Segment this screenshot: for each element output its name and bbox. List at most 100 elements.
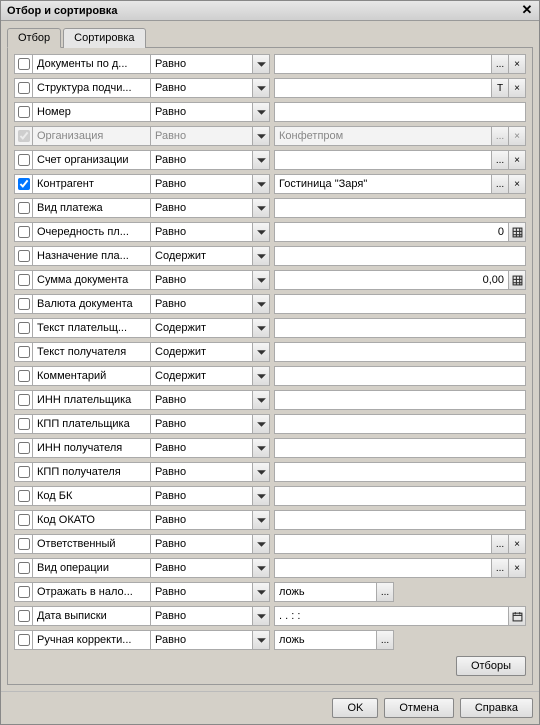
value-input-counter[interactable]: Гостиница "Заря" xyxy=(275,175,491,193)
operator-select-number[interactable]: Равно xyxy=(150,102,270,122)
calculator-icon[interactable] xyxy=(508,223,525,241)
operator-select-counter[interactable]: Равно xyxy=(150,174,270,194)
value-input-date[interactable]: . . : : xyxy=(275,607,508,625)
operator-select-recinn[interactable]: Равно xyxy=(150,438,270,458)
value-input-reckpp[interactable] xyxy=(275,463,525,481)
operator-select-payertext[interactable]: Содержит xyxy=(150,318,270,338)
filter-checkbox-struct[interactable] xyxy=(18,82,30,94)
dropdown-icon[interactable] xyxy=(252,103,269,121)
value-input-sum[interactable]: 0,00 xyxy=(275,271,508,289)
filter-checkbox-recinn[interactable] xyxy=(18,442,30,454)
ellipsis-icon[interactable]: ... xyxy=(491,151,508,169)
value-input-purpose[interactable] xyxy=(275,247,525,265)
operator-select-tax[interactable]: Равно xyxy=(150,582,270,602)
value-input-rectext[interactable] xyxy=(275,343,525,361)
clear-icon[interactable]: × xyxy=(508,151,525,169)
filter-checkbox-payerkpp[interactable] xyxy=(18,418,30,430)
operator-select-paytype[interactable]: Равно xyxy=(150,198,270,218)
operator-select-bk[interactable]: Равно xyxy=(150,486,270,506)
filter-checkbox-resp[interactable] xyxy=(18,538,30,550)
operator-select-manual[interactable]: Равно xyxy=(150,630,270,650)
tab-sort[interactable]: Сортировка xyxy=(63,28,145,48)
dropdown-icon[interactable] xyxy=(252,511,269,529)
filter-checkbox-date[interactable] xyxy=(18,610,30,622)
filter-checkbox-paytype[interactable] xyxy=(18,202,30,214)
filter-checkbox-payerinn[interactable] xyxy=(18,394,30,406)
tab-filter[interactable]: Отбор xyxy=(7,28,61,48)
value-input-comment[interactable] xyxy=(275,367,525,385)
operator-select-sum[interactable]: Равно xyxy=(150,270,270,290)
filter-checkbox-docs[interactable] xyxy=(18,58,30,70)
value-input-account[interactable] xyxy=(275,151,491,169)
operator-select-date[interactable]: Равно xyxy=(150,606,270,626)
filter-checkbox-comment[interactable] xyxy=(18,370,30,382)
value-input-resp[interactable] xyxy=(275,535,491,553)
filter-checkbox-manual[interactable] xyxy=(18,634,30,646)
dropdown-icon[interactable] xyxy=(252,463,269,481)
ellipsis-icon[interactable]: ... xyxy=(491,559,508,577)
operator-select-rectext[interactable]: Содержит xyxy=(150,342,270,362)
filter-checkbox-reckpp[interactable] xyxy=(18,466,30,478)
dropdown-icon[interactable] xyxy=(252,199,269,217)
dropdown-icon[interactable] xyxy=(252,439,269,457)
filter-checkbox-account[interactable] xyxy=(18,154,30,166)
dropdown-icon[interactable] xyxy=(252,247,269,265)
operator-select-optype[interactable]: Равно xyxy=(150,558,270,578)
operator-select-account[interactable]: Равно xyxy=(150,150,270,170)
dropdown-icon[interactable] xyxy=(252,223,269,241)
value-input-recinn[interactable] xyxy=(275,439,525,457)
filter-checkbox-sum[interactable] xyxy=(18,274,30,286)
filter-checkbox-purpose[interactable] xyxy=(18,250,30,262)
value-input-paytype[interactable] xyxy=(275,199,525,217)
operator-select-docs[interactable]: Равно xyxy=(150,54,270,74)
dropdown-icon[interactable] xyxy=(252,391,269,409)
ellipsis-icon[interactable]: ... xyxy=(376,583,393,601)
clear-icon[interactable]: × xyxy=(508,535,525,553)
filter-checkbox-tax[interactable] xyxy=(18,586,30,598)
calendar-icon[interactable] xyxy=(508,607,525,625)
cancel-button[interactable]: Отмена xyxy=(384,698,453,718)
ellipsis-icon[interactable]: ... xyxy=(491,535,508,553)
dropdown-icon[interactable] xyxy=(252,559,269,577)
filter-checkbox-payertext[interactable] xyxy=(18,322,30,334)
value-input-payerkpp[interactable] xyxy=(275,415,525,433)
type-icon[interactable]: T xyxy=(491,79,508,97)
filter-checkbox-optype[interactable] xyxy=(18,562,30,574)
clear-icon[interactable]: × xyxy=(508,559,525,577)
operator-select-struct[interactable]: Равно xyxy=(150,78,270,98)
dropdown-icon[interactable] xyxy=(252,367,269,385)
filter-checkbox-counter[interactable] xyxy=(18,178,30,190)
value-input-docs[interactable] xyxy=(275,55,491,73)
dropdown-icon[interactable] xyxy=(252,271,269,289)
operator-select-payerkpp[interactable]: Равно xyxy=(150,414,270,434)
dropdown-icon[interactable] xyxy=(252,535,269,553)
ok-button[interactable]: OK xyxy=(332,698,378,718)
filter-checkbox-bk[interactable] xyxy=(18,490,30,502)
filter-checkbox-currency[interactable] xyxy=(18,298,30,310)
filter-checkbox-okato[interactable] xyxy=(18,514,30,526)
dropdown-icon[interactable] xyxy=(252,631,269,649)
dropdown-icon[interactable] xyxy=(252,343,269,361)
dropdown-icon[interactable] xyxy=(252,607,269,625)
value-input-currency[interactable] xyxy=(275,295,525,313)
clear-icon[interactable]: × xyxy=(508,175,525,193)
value-input-priority[interactable]: 0 xyxy=(275,223,508,241)
dropdown-icon[interactable] xyxy=(252,487,269,505)
operator-select-purpose[interactable]: Содержит xyxy=(150,246,270,266)
operator-select-priority[interactable]: Равно xyxy=(150,222,270,242)
value-input-payerinn[interactable] xyxy=(275,391,525,409)
clear-icon[interactable]: × xyxy=(508,55,525,73)
filter-checkbox-priority[interactable] xyxy=(18,226,30,238)
dropdown-icon[interactable] xyxy=(252,151,269,169)
operator-select-comment[interactable]: Содержит xyxy=(150,366,270,386)
filters-button[interactable]: Отборы xyxy=(456,656,526,676)
dropdown-icon[interactable] xyxy=(252,55,269,73)
clear-icon[interactable]: × xyxy=(508,79,525,97)
operator-select-payerinn[interactable]: Равно xyxy=(150,390,270,410)
ellipsis-icon[interactable]: ... xyxy=(491,55,508,73)
value-input-struct[interactable] xyxy=(275,79,491,97)
value-input-tax[interactable]: ложь xyxy=(275,583,376,601)
operator-select-reckpp[interactable]: Равно xyxy=(150,462,270,482)
filter-checkbox-rectext[interactable] xyxy=(18,346,30,358)
dropdown-icon[interactable] xyxy=(252,295,269,313)
